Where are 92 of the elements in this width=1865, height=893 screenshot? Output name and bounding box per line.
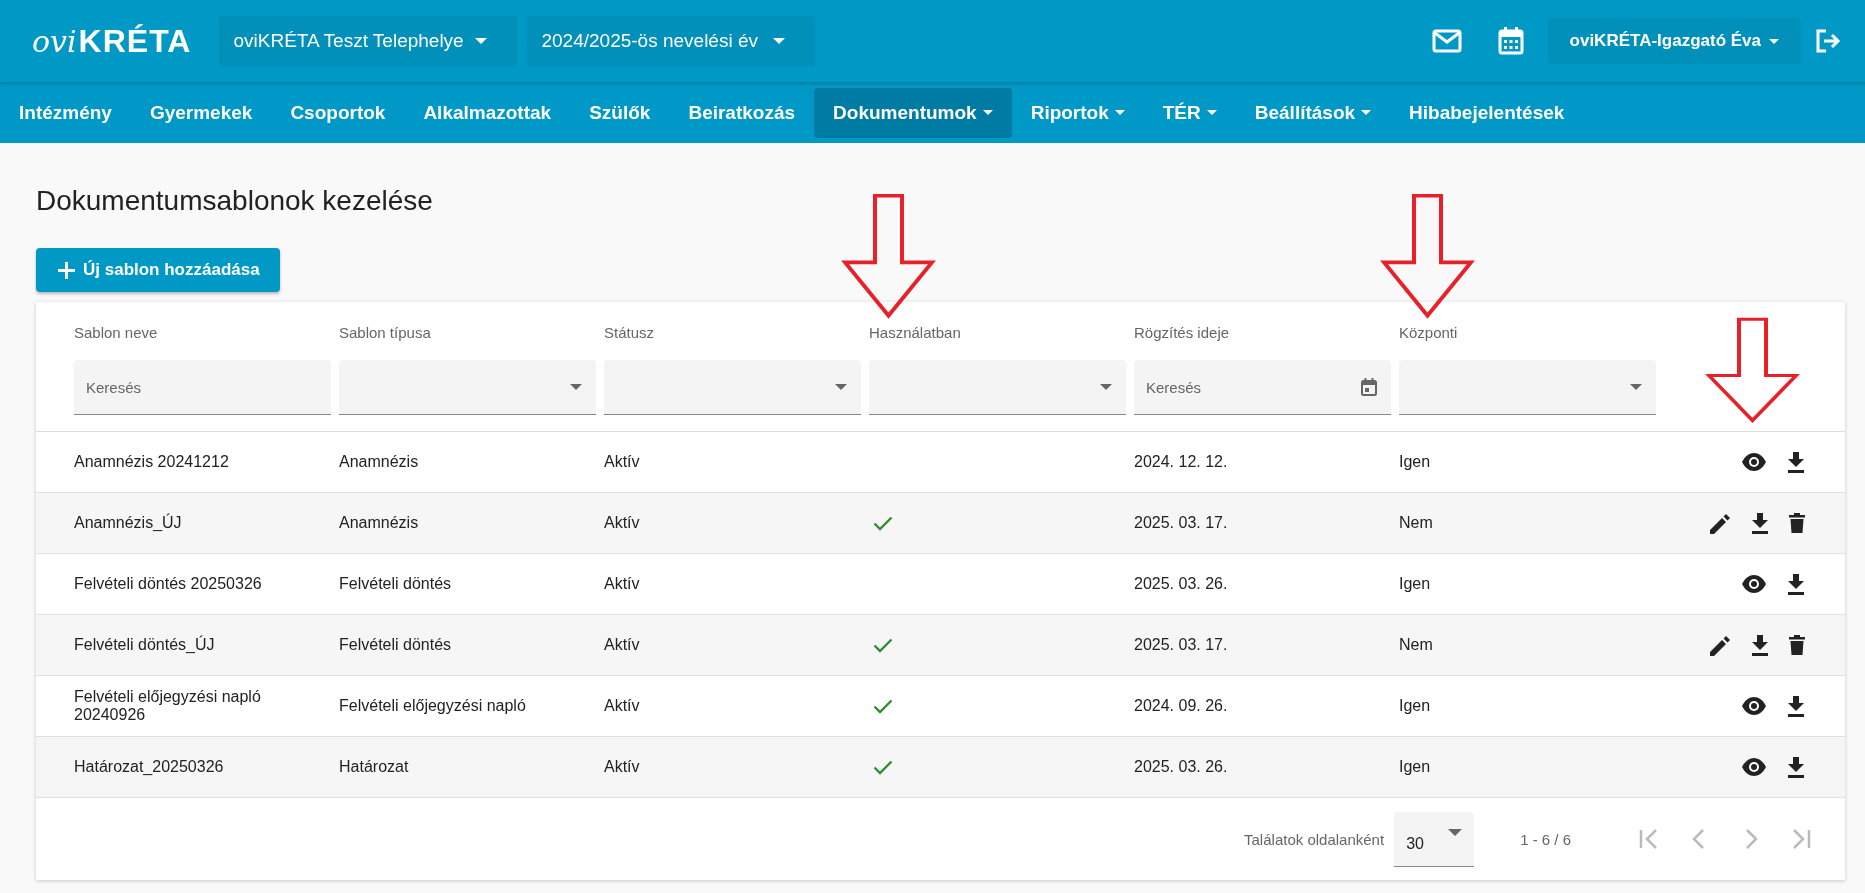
filter-dropdown[interactable] bbox=[1399, 360, 1656, 415]
table-cell: Igen bbox=[1399, 453, 1431, 470]
table-cell: Felvételi döntés 20250326 bbox=[74, 575, 262, 592]
table-cell: Aktív bbox=[604, 575, 640, 592]
add-template-button[interactable]: Új sablon hozzáadása bbox=[36, 248, 280, 292]
column-header: Központi bbox=[1399, 324, 1459, 343]
table-cell: Aktív bbox=[604, 636, 640, 653]
per-page-dropdown[interactable]: 30 bbox=[1394, 811, 1475, 867]
page-title: Dokumentumsablonok kezelése bbox=[36, 185, 434, 218]
caret-icon bbox=[1630, 384, 1642, 390]
table-cell: Igen bbox=[1399, 697, 1431, 714]
logout-icon[interactable] bbox=[1815, 29, 1841, 53]
caret-icon bbox=[773, 38, 786, 44]
search-field[interactable]: Keresés bbox=[74, 360, 331, 415]
per-page-label: Találatok oldalanként bbox=[1244, 830, 1385, 848]
column-header: Státusz bbox=[604, 324, 656, 343]
table-cell: Felvételi előjegyzési napló 20240926 bbox=[74, 688, 261, 723]
filter-dropdown[interactable] bbox=[339, 360, 596, 415]
table-cell: Anamnézis 20241212 bbox=[74, 453, 229, 470]
table-cell: 2025. 03. 17. bbox=[1134, 514, 1228, 531]
table-cell: Aktív bbox=[604, 453, 640, 470]
column-header: Sablon neve bbox=[74, 324, 159, 343]
pencil-icon[interactable] bbox=[1710, 512, 1731, 534]
table-cell: 2025. 03. 26. bbox=[1134, 575, 1228, 592]
column-header: Sablon típusa bbox=[339, 324, 432, 343]
trash-icon[interactable] bbox=[1789, 513, 1805, 533]
nav-tab[interactable]: Alkalmazottak bbox=[404, 87, 571, 138]
plus-icon bbox=[58, 261, 75, 279]
table-cell: Felvételi előjegyzési napló bbox=[339, 697, 526, 714]
download-icon[interactable] bbox=[1751, 512, 1769, 534]
download-icon[interactable] bbox=[1787, 695, 1805, 717]
annotation-arrow-icon bbox=[841, 193, 937, 321]
caret-icon bbox=[475, 38, 488, 44]
column-header: Használatban bbox=[869, 324, 962, 343]
table-cell: Felvételi döntés bbox=[339, 575, 452, 592]
download-icon[interactable] bbox=[1751, 634, 1769, 656]
nav-tab[interactable]: Gyermekek bbox=[130, 87, 272, 138]
table-cell: Nem bbox=[1399, 514, 1433, 531]
annotation-arrow-icon bbox=[1380, 193, 1476, 321]
app-logo[interactable]: oviKRÉTA bbox=[28, 18, 198, 64]
caret-icon bbox=[1448, 828, 1463, 836]
table-cell: Igen bbox=[1399, 758, 1431, 775]
download-icon[interactable] bbox=[1787, 573, 1805, 595]
filter-dropdown[interactable] bbox=[604, 360, 861, 415]
caret-icon bbox=[570, 384, 582, 390]
table-cell: Igen bbox=[1399, 575, 1431, 592]
table-cell: 2025. 03. 26. bbox=[1134, 758, 1228, 775]
table-cell: 2024. 09. 26. bbox=[1134, 697, 1228, 714]
table-cell: Határozat bbox=[339, 758, 409, 775]
download-icon[interactable] bbox=[1787, 756, 1805, 778]
table-cell: Anamnézis bbox=[339, 514, 419, 531]
view-icon[interactable] bbox=[1741, 453, 1767, 471]
table-cell: Anamnézis bbox=[339, 453, 419, 470]
nav-tab[interactable]: Beiratkozás bbox=[669, 87, 815, 138]
table-cell: Felvételi döntés bbox=[339, 636, 452, 653]
table-cell: Felvételi döntés_ÚJ bbox=[74, 636, 215, 653]
column-header: Rögzítés ideje bbox=[1134, 324, 1231, 343]
caret-icon bbox=[1769, 38, 1779, 44]
user-menu[interactable]: oviKRÉTA-Igazgató Éva bbox=[1547, 18, 1801, 64]
mail-icon[interactable] bbox=[1431, 29, 1462, 53]
calendar-icon[interactable] bbox=[1361, 378, 1377, 396]
nav-tab[interactable]: Csoportok bbox=[271, 87, 405, 138]
annotation-arrow-icon bbox=[1705, 317, 1801, 425]
table-cell: Aktív bbox=[604, 758, 640, 775]
nav-tab[interactable]: TÉR bbox=[1143, 87, 1236, 138]
nav-tab[interactable]: Riportok bbox=[1011, 87, 1144, 138]
date-field[interactable]: Keresés bbox=[1134, 360, 1391, 415]
nav-tab[interactable]: Dokumentumok bbox=[814, 87, 1012, 138]
nav-tab[interactable]: Szülők bbox=[570, 87, 670, 138]
year-dropdown[interactable]: 2024/2025-ös nevelési év bbox=[527, 16, 816, 66]
table-cell: Nem bbox=[1399, 636, 1433, 653]
trash-icon[interactable] bbox=[1789, 635, 1805, 655]
page-range: 1 - 6 / 6 bbox=[1520, 830, 1571, 848]
pencil-icon[interactable] bbox=[1710, 634, 1731, 656]
table-cell: Aktív bbox=[604, 514, 640, 531]
view-icon[interactable] bbox=[1741, 575, 1767, 593]
download-icon[interactable] bbox=[1787, 451, 1805, 473]
view-icon[interactable] bbox=[1741, 697, 1767, 715]
caret-icon bbox=[1100, 384, 1112, 390]
view-icon[interactable] bbox=[1741, 758, 1767, 776]
calendar-icon[interactable] bbox=[1497, 27, 1524, 55]
caret-icon bbox=[835, 384, 847, 390]
table-cell: Aktív bbox=[604, 697, 640, 714]
table-cell: Anamnézis_ÚJ bbox=[74, 514, 182, 531]
filter-dropdown[interactable] bbox=[869, 360, 1126, 415]
table-cell: Határozat_20250326 bbox=[74, 758, 224, 775]
nav-tab[interactable]: Beállítások bbox=[1235, 87, 1391, 138]
site-dropdown[interactable]: oviKRÉTA Teszt Telephelye bbox=[219, 16, 518, 66]
nav-tab[interactable]: Hibabejelentések bbox=[1390, 87, 1584, 138]
nav-tab[interactable]: Intézmény bbox=[0, 87, 131, 138]
table-cell: 2025. 03. 17. bbox=[1134, 636, 1228, 653]
table-cell: 2024. 12. 12. bbox=[1134, 453, 1228, 470]
